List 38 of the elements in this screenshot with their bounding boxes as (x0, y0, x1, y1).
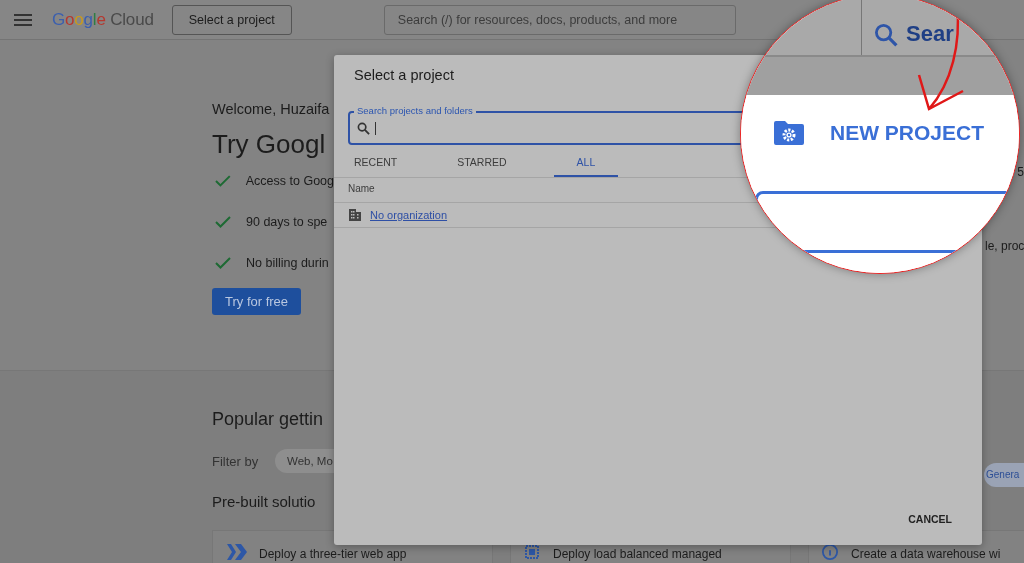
benefit-text: Access to Goog (245, 173, 334, 188)
chart-circle-icon (821, 544, 839, 560)
folder-gear-icon (772, 119, 806, 147)
chip-icon (523, 544, 541, 560)
try-for-free-button[interactable]: Try for free (212, 288, 302, 315)
search-field[interactable]: Search (/) for resources, docs, products, and more (383, 4, 736, 35)
tab[interactable]: RECENT (341, 149, 411, 177)
filter-chip[interactable]: Genera (984, 463, 1024, 487)
column-header: Name (348, 183, 375, 194)
subsection-heading: Pre-built solutio (212, 492, 317, 512)
dialog-title: Select a project (353, 66, 455, 85)
checkmark-icon (215, 256, 231, 269)
chevrons-icon (225, 544, 247, 560)
welcome-text: Welcome, Huzaifa (212, 100, 331, 118)
section-heading: Popular gettin (212, 408, 325, 431)
benefit-text: 90 days to spe (246, 214, 328, 229)
cancel-button[interactable]: CANCEL (900, 509, 960, 529)
benefit-text: No billing durin (246, 255, 329, 270)
tab[interactable]: STARRED (444, 149, 520, 177)
checkmark-icon (215, 215, 231, 228)
text-cursor (375, 121, 376, 135)
text-fragment: 5 (1016, 165, 1024, 179)
filter-label: Filter by (212, 453, 260, 469)
card-title: Deploy a three-tier web app (259, 547, 407, 561)
tab[interactable]: ALL (553, 149, 619, 177)
search-button[interactable]: Sear (861, 0, 1019, 55)
hero-heading: Try Googl (212, 128, 327, 160)
filter-chip[interactable]: Web, Mo (275, 449, 334, 473)
search-icon (874, 23, 898, 47)
text-fragment: le, proc (985, 239, 1024, 253)
building-icon (349, 209, 361, 221)
menu-icon[interactable] (14, 13, 32, 26)
card-title: Deploy load balanced managed (553, 547, 722, 561)
organization-link[interactable]: No organization (370, 209, 448, 221)
card-title: Create a data warehouse wi (851, 547, 1001, 561)
search-icon (357, 121, 370, 135)
project-picker-button[interactable]: Select a project (171, 4, 292, 35)
checkmark-icon (215, 174, 231, 187)
